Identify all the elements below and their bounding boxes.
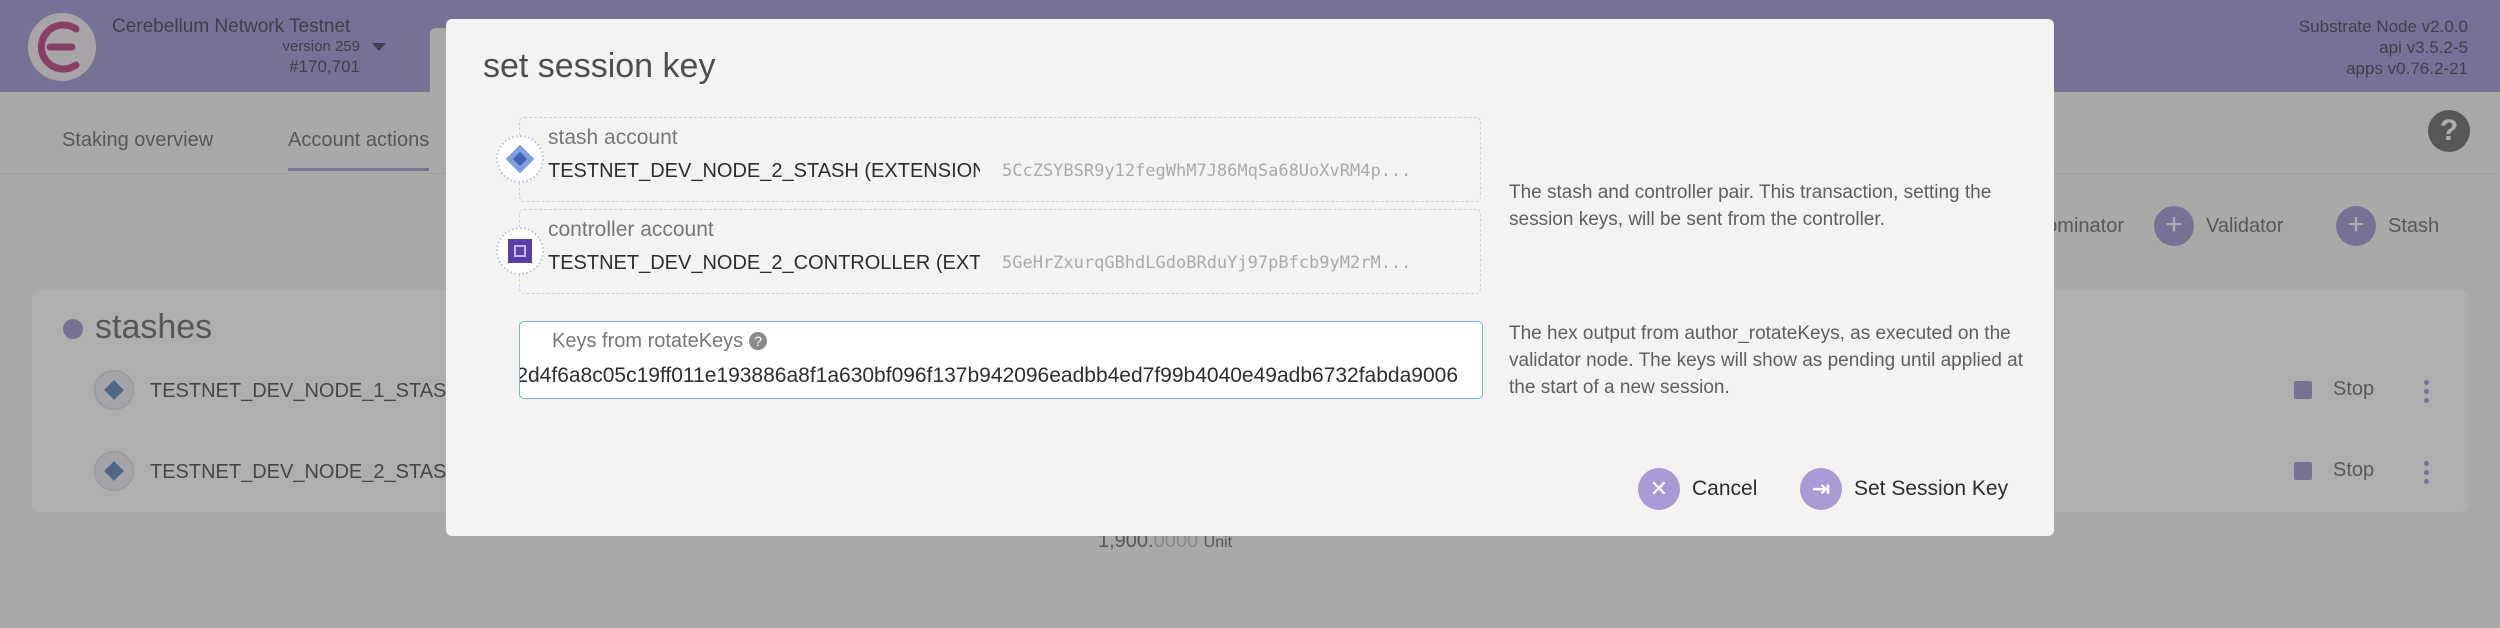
- stash-account-field: stash account TESTNET_DEV_NODE_2_STASH (…: [519, 117, 1481, 202]
- sign-in-icon: ⇥: [1800, 468, 1842, 510]
- set-session-key-button-label: Set Session Key: [1854, 477, 2009, 500]
- controller-account-value: TESTNET_DEV_NODE_2_CONTROLLER (EXTENSION…: [548, 252, 980, 274]
- account-pair-help: The stash and controller pair. This tran…: [1509, 182, 1992, 230]
- controller-identicon-icon: [496, 227, 544, 275]
- cancel-button[interactable]: ✕ Cancel: [1638, 467, 1757, 511]
- close-icon: ✕: [1638, 468, 1680, 510]
- cancel-button-label: Cancel: [1692, 477, 1758, 500]
- rotate-keys-label-text: Keys from rotateKeys: [552, 330, 744, 352]
- set-session-key-modal: set session key stash account TESTNET_DE…: [446, 19, 2054, 536]
- stash-account-label: stash account: [548, 126, 678, 149]
- rotate-keys-value[interactable]: 0x6b2f0d79e4a1c3b5d8f0e2a4c6b8d0f2a4c6e8…: [520, 364, 1458, 388]
- rotate-keys-help: The hex output from author_rotateKeys, a…: [1509, 323, 2024, 398]
- modal-title: set session key: [483, 47, 716, 85]
- stash-identicon-icon: [496, 135, 544, 183]
- rotate-keys-input[interactable]: Keys from rotateKeys? 0x6b2f0d79e4a1c3b5…: [519, 321, 1483, 399]
- set-session-key-button[interactable]: ⇥ Set Session Key: [1800, 467, 2008, 511]
- controller-account-field: controller account TESTNET_DEV_NODE_2_CO…: [519, 209, 1481, 294]
- controller-account-address: 5GeHrZxurqGBhdLGdoBRduYj97pBfcb9yM2rM...: [1002, 253, 1412, 273]
- stash-account-value: TESTNET_DEV_NODE_2_STASH (EXTENSION): [548, 160, 980, 182]
- rotate-keys-label: Keys from rotateKeys?: [552, 330, 768, 353]
- question-icon[interactable]: ?: [749, 332, 768, 350]
- controller-account-label: controller account: [548, 218, 714, 241]
- stash-account-address: 5CcZSYBSR9y12fegWhM7J86MqSa68UoXvRM4p...: [1002, 161, 1412, 181]
